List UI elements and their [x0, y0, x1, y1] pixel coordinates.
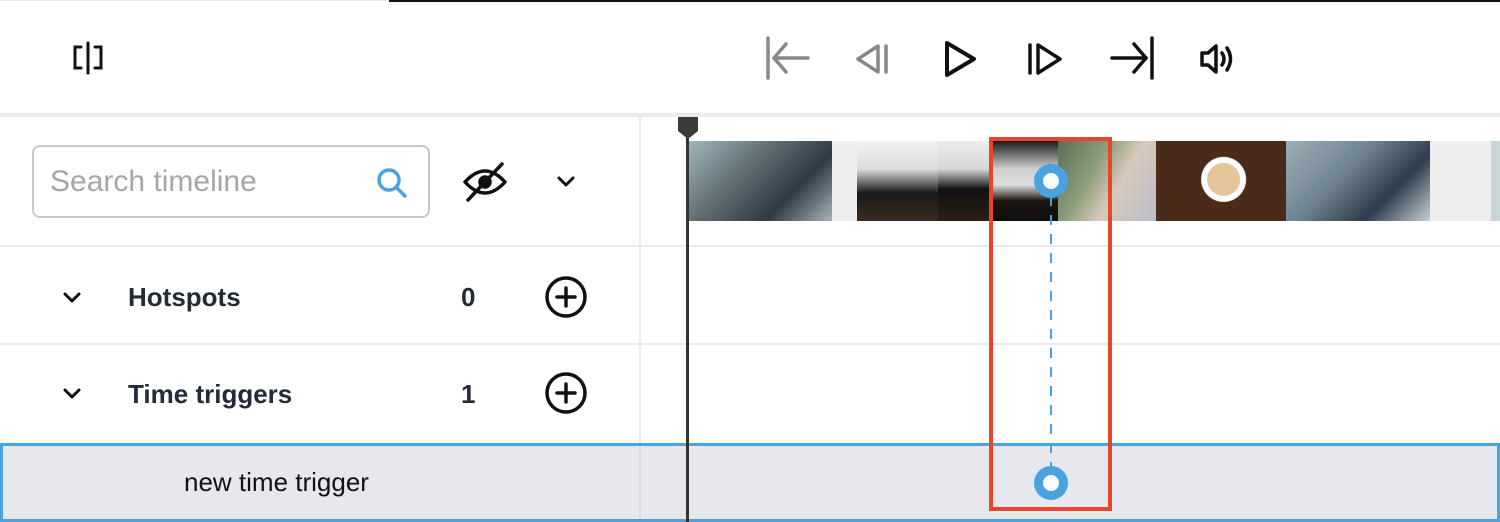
group-count: 0 [461, 282, 476, 312]
group-count: 1 [461, 379, 476, 409]
top-border [0, 0, 389, 1]
play-button[interactable] [940, 38, 980, 80]
add-hotspot-button[interactable] [543, 274, 589, 320]
search-field[interactable] [32, 145, 430, 218]
thumbnail-coffee-cup-beans [1156, 141, 1286, 221]
video-filmstrip[interactable] [687, 141, 1500, 221]
thumbnail-faded-office [1491, 141, 1500, 221]
play-icon [945, 41, 976, 77]
split-view-icon[interactable] [66, 38, 110, 78]
chevron-down-icon [63, 388, 81, 399]
visibility-toggle-button[interactable] [460, 160, 510, 204]
search-icon[interactable] [376, 167, 408, 204]
trigger-marker-filmstrip[interactable] [1034, 164, 1068, 198]
pane-divider-selected [639, 446, 641, 519]
time-trigger-label[interactable]: new time trigger [184, 467, 369, 498]
step-forward-icon [1036, 43, 1062, 75]
playhead-line[interactable] [686, 136, 689, 522]
group-label: Hotspots [128, 282, 241, 312]
thumbnail-open-office [1286, 141, 1430, 221]
search-input[interactable] [50, 161, 370, 203]
add-time-trigger-button[interactable] [543, 370, 589, 416]
group-row-time-triggers: Time triggers 1 [0, 345, 639, 441]
skip-to-start-button[interactable] [762, 34, 812, 82]
step-back-button[interactable] [852, 40, 892, 78]
trigger-connector-line [1050, 196, 1052, 472]
chevron-down-icon [557, 176, 575, 187]
volume-icon [1200, 44, 1218, 74]
step-forward-button[interactable] [1024, 39, 1066, 79]
thumbnail-coffee-press [938, 141, 989, 221]
expand-hotspots-button[interactable] [58, 287, 86, 307]
thumbnail-typing-laptop [1058, 141, 1156, 221]
player-toolbar [0, 2, 1500, 114]
playhead-handle[interactable] [678, 117, 698, 139]
thumbnail-coffee-press [857, 141, 938, 221]
expand-time-triggers-button[interactable] [58, 383, 86, 403]
chevron-down-icon [63, 292, 81, 303]
skip-to-end-button[interactable] [1108, 34, 1158, 82]
volume-button[interactable] [1198, 40, 1240, 78]
trigger-marker-track[interactable] [1034, 466, 1068, 500]
thumbnail-office-meeting [687, 141, 832, 221]
filter-dropdown-button[interactable] [552, 170, 580, 192]
group-label: Time triggers [128, 379, 293, 409]
group-row-hotspots: Hotspots 0 [0, 247, 639, 343]
step-back-icon [856, 44, 880, 74]
